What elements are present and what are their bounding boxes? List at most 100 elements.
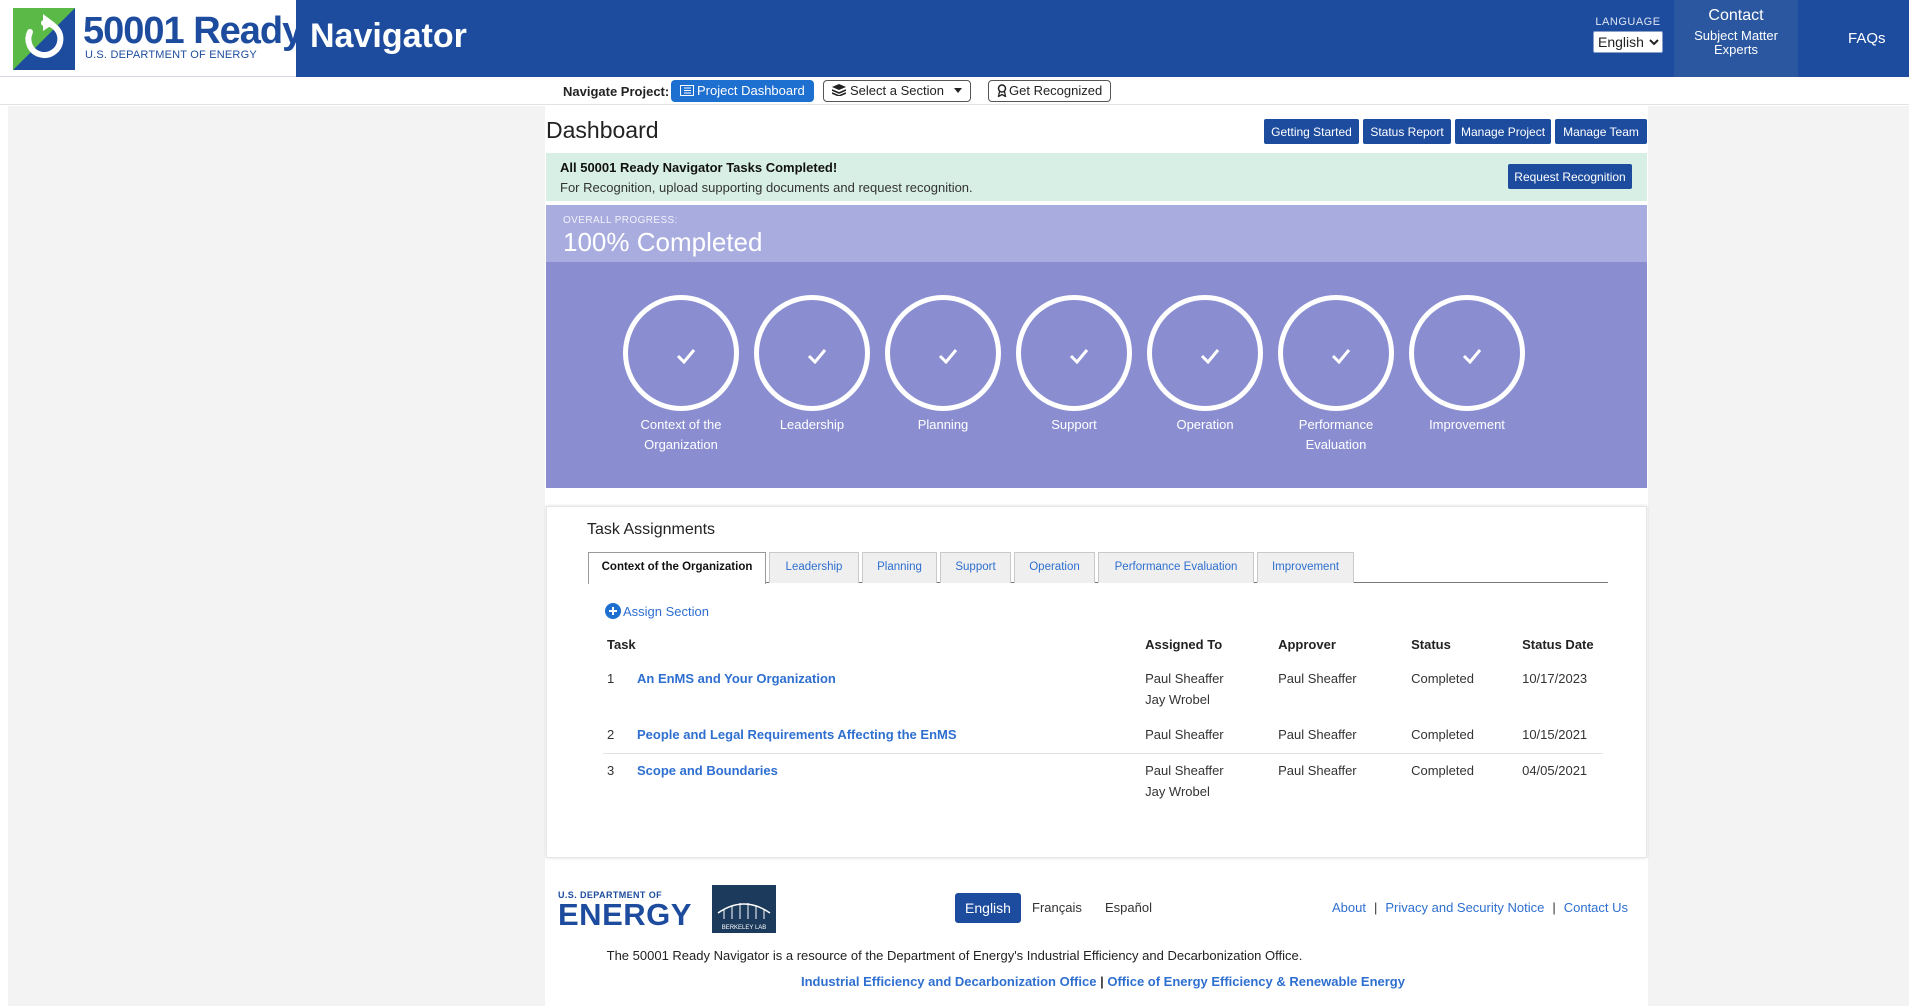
assign-section-button[interactable]: Assign Section <box>605 603 709 619</box>
section-label: Performance Evaluation <box>1298 417 1374 452</box>
doe-logo-big-text: ENERGY <box>558 897 692 932</box>
tab-improvement[interactable]: Improvement <box>1257 552 1354 583</box>
berkeley-lab-logo[interactable]: BERKELEY LAB <box>712 885 776 933</box>
tab-context-of-the-organization[interactable]: Context of the Organization <box>588 552 766 584</box>
assigned-to-cell: Paul Sheaffer <box>1141 718 1275 754</box>
status-cell: Completed <box>1411 763 1474 778</box>
section-progress-ring <box>754 295 870 411</box>
task-link[interactable]: An EnMS and Your Organization <box>637 671 836 686</box>
project-dashboard-label: Project Dashboard <box>697 83 805 98</box>
alert-title: All 50001 Ready Navigator Tasks Complete… <box>560 160 838 175</box>
task-link[interactable]: People and Legal Requirements Affecting … <box>637 727 957 742</box>
language-english-button[interactable]: English <box>955 893 1021 923</box>
project-dashboard-button[interactable]: Project Dashboard <box>671 80 814 102</box>
check-icon <box>1200 349 1220 364</box>
section-context-of-the-organization[interactable]: Context of the Organization <box>616 295 746 455</box>
language-picker: LANGUAGE English <box>1590 16 1666 53</box>
berkeley-lab-text: BERKELEY LAB <box>722 925 767 931</box>
page-title: Dashboard <box>546 117 659 143</box>
assignee: Paul Sheaffer <box>1145 727 1224 742</box>
section-performance-evaluation[interactable]: Performance Evaluation <box>1271 295 1401 455</box>
status-report-button[interactable]: Status Report <box>1363 119 1451 144</box>
contact-subtitle: Subject Matter Experts <box>1694 28 1778 57</box>
faqs-link[interactable]: FAQs <box>1848 30 1886 47</box>
get-recognized-button[interactable]: Get Recognized <box>988 80 1112 102</box>
assigned-to-cell: Paul Sheaffer Jay Wrobel <box>1141 754 1274 811</box>
section-progress-ring <box>1016 295 1132 411</box>
page-background-left <box>8 106 545 1006</box>
column-approver: Approver <box>1278 637 1336 652</box>
tab-performance-evaluation[interactable]: Performance Evaluation <box>1098 552 1254 583</box>
language-select[interactable]: English <box>1593 31 1663 53</box>
column-task: Task <box>607 637 636 652</box>
refresh-arrow-icon <box>13 8 75 70</box>
language-francais-link[interactable]: Français <box>1032 900 1082 915</box>
manage-project-button[interactable]: Manage Project <box>1455 119 1551 144</box>
contact-us-link[interactable]: Contact Us <box>1564 900 1628 915</box>
progress-label: OVERALL PROGRESS: <box>563 215 678 226</box>
link-separator: | <box>1552 900 1556 915</box>
assignee: Paul Sheaffer <box>1145 763 1224 778</box>
tab-leadership[interactable]: Leadership <box>769 552 859 583</box>
logo[interactable]: 50001 Ready U.S. DEPARTMENT OF ENERGY <box>0 0 303 77</box>
section-leadership[interactable]: Leadership <box>747 295 877 435</box>
tab-support[interactable]: Support <box>940 552 1011 583</box>
progress-header: OVERALL PROGRESS: 100% Completed <box>546 205 1647 262</box>
navigate-project-label: Navigate Project: <box>563 84 670 99</box>
column-status-date: Status Date <box>1522 637 1594 652</box>
section-improvement[interactable]: Improvement <box>1402 295 1532 435</box>
privacy-link[interactable]: Privacy and Security Notice <box>1385 900 1544 915</box>
eere-link[interactable]: Office of Energy Efficiency & Renewable … <box>1107 974 1405 989</box>
section-label: Context of the Organization <box>640 417 722 452</box>
dashboard-icon <box>680 85 694 96</box>
task-number: 1 <box>607 671 615 686</box>
section-progress-ring <box>623 295 739 411</box>
section-progress-ring <box>885 295 1001 411</box>
assignee: Paul Sheaffer <box>1145 671 1224 686</box>
assign-section-label: Assign Section <box>623 604 709 619</box>
top-header: 50001 Ready U.S. DEPARTMENT OF ENERGY Na… <box>0 0 1909 77</box>
assignee: Jay Wrobel <box>1145 784 1210 799</box>
task-assignments-card: Task Assignments Context of the Organiza… <box>546 506 1647 858</box>
footer-resource-text: The 50001 Ready Navigator is a resource … <box>0 948 1909 963</box>
section-planning[interactable]: Planning <box>878 295 1008 435</box>
iedo-link[interactable]: Industrial Efficiency and Decarbonizatio… <box>801 974 1096 989</box>
footer-office-links: Industrial Efficiency and Decarbonizatio… <box>801 974 1405 989</box>
approver-cell: Paul Sheaffer <box>1278 671 1357 686</box>
section-label: Leadership <box>779 417 845 432</box>
table-row: 2 People and Legal Requirements Affectin… <box>603 718 1603 754</box>
assignee: Jay Wrobel <box>1145 692 1210 707</box>
page-background-right <box>1648 106 1909 1006</box>
section-operation[interactable]: Operation <box>1140 295 1270 435</box>
select-section-label: Select a Section <box>850 83 944 98</box>
task-link[interactable]: Scope and Boundaries <box>637 763 778 778</box>
completion-alert: All 50001 Ready Navigator Tasks Complete… <box>546 153 1647 201</box>
table-row: 1 An EnMS and Your Organization Paul She… <box>603 662 1603 718</box>
language-espanol-link[interactable]: Español <box>1105 900 1152 915</box>
status-cell: Completed <box>1407 718 1519 754</box>
task-assignments-title: Task Assignments <box>587 521 716 538</box>
manage-team-button[interactable]: Manage Team <box>1555 119 1647 144</box>
assigned-to-cell: Paul Sheaffer Jay Wrobel <box>1141 662 1274 718</box>
alert-text: For Recognition, upload supporting docum… <box>560 180 973 195</box>
section-label: Improvement <box>1429 417 1505 432</box>
contact-sme-link[interactable]: Contact Subject Matter Experts <box>1674 0 1798 77</box>
doe-logo[interactable]: U.S. DEPARTMENT OF ENERGY <box>558 890 692 932</box>
footer-links: About | Privacy and Security Notice | Contac… <box>1332 900 1628 915</box>
tab-operation[interactable]: Operation <box>1014 552 1095 583</box>
check-icon <box>676 349 696 364</box>
section-label: Operation <box>1176 417 1234 432</box>
plus-circle-icon <box>605 603 621 619</box>
tab-planning[interactable]: Planning <box>862 552 937 583</box>
section-support[interactable]: Support <box>1009 295 1139 435</box>
language-label: LANGUAGE <box>1595 16 1661 28</box>
app-name: Navigator <box>310 17 467 55</box>
getting-started-button[interactable]: Getting Started <box>1264 119 1359 144</box>
about-link[interactable]: About <box>1332 900 1366 915</box>
task-number: 3 <box>607 763 615 778</box>
logo-subtitle: U.S. DEPARTMENT OF ENERGY <box>85 49 257 61</box>
layers-icon <box>831 84 847 97</box>
status-date-cell: 10/17/2023 <box>1522 671 1588 686</box>
select-section-dropdown[interactable]: Select a Section <box>823 80 971 102</box>
request-recognition-button[interactable]: Request Recognition <box>1508 164 1632 189</box>
